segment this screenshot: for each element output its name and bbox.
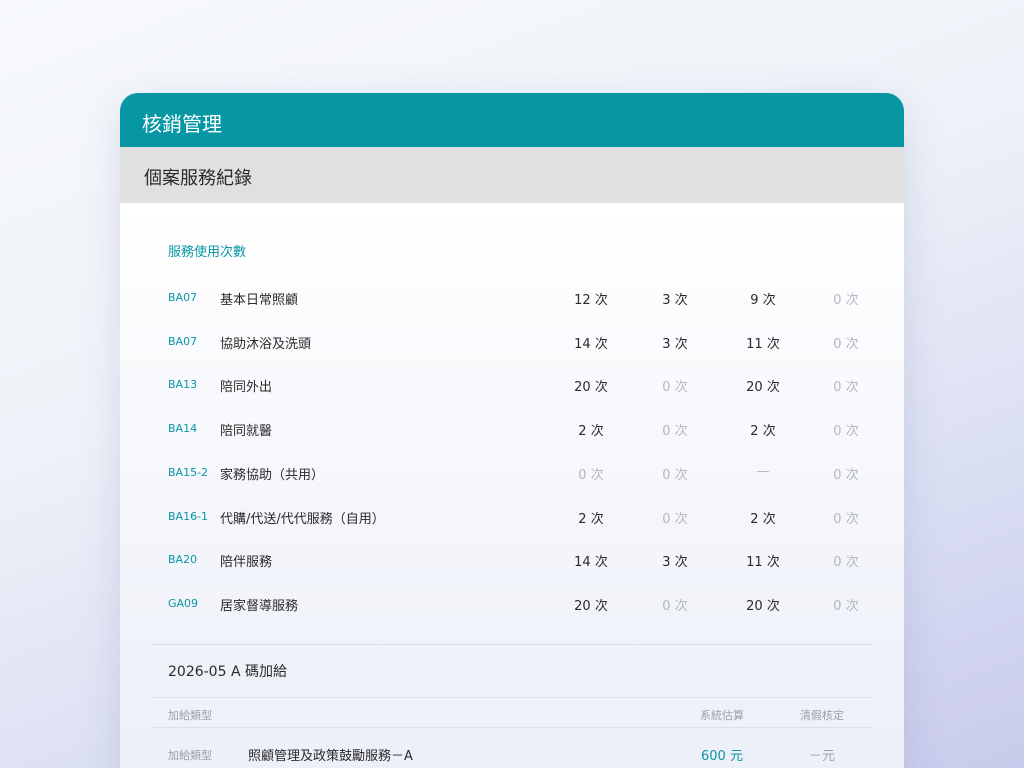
count-c4: 0 次 bbox=[833, 468, 859, 483]
service-name: 陪同就醫 bbox=[220, 424, 273, 439]
service-code: BA16-1 bbox=[168, 510, 209, 523]
section-header: 個案服務紀錄 bbox=[120, 147, 904, 203]
service-name: 家務協助（共用） bbox=[220, 468, 325, 483]
count-c2: 0 次 bbox=[662, 468, 688, 483]
verification-card: 核銷管理 個案服務紀錄 服務使用次數 BA07 基本日常照顧 12 次 3 次 9 次 0… bbox=[120, 93, 904, 768]
count-c4: 0 次 bbox=[833, 599, 859, 614]
service-name: 陪伴服務 bbox=[220, 555, 273, 570]
count-c3: 20 次 bbox=[746, 599, 780, 614]
service-code: BA14 bbox=[168, 422, 198, 435]
table-row[interactable]: 加給類型 照顧管理及政策鼓勵服務－A 600 元 －元 bbox=[120, 745, 904, 765]
count-c2: 0 次 bbox=[662, 380, 688, 395]
bonus-estimate: 600 元 bbox=[701, 749, 743, 764]
count-c4: 0 次 bbox=[833, 337, 859, 352]
list-item[interactable]: BA16-1 代購/代送/代代服務（自用） 2 次 0 次 2 次 0 次 bbox=[120, 508, 904, 528]
count-c1: 20 次 bbox=[574, 380, 608, 395]
bonus-title: 2026-05 A 碼加給 bbox=[168, 664, 287, 680]
service-code: BA07 bbox=[168, 335, 198, 348]
count-c1: 2 次 bbox=[578, 512, 604, 527]
bonus-table-header: 加給類型 系統估算 清假核定 bbox=[120, 707, 904, 723]
count-c1: 14 次 bbox=[574, 337, 608, 352]
count-c3: 2 次 bbox=[750, 512, 776, 527]
count-c1: 20 次 bbox=[574, 599, 608, 614]
count-c3: 11 次 bbox=[746, 555, 780, 570]
count-c2: 3 次 bbox=[662, 293, 688, 308]
bonus-verified: －元 bbox=[808, 749, 835, 764]
service-code: BA15-2 bbox=[168, 466, 209, 479]
count-c3: — bbox=[756, 464, 770, 479]
service-name: 代購/代送/代代服務（自用） bbox=[220, 512, 385, 527]
service-name: 基本日常照顧 bbox=[220, 293, 299, 308]
count-c4: 0 次 bbox=[833, 555, 859, 570]
divider bbox=[152, 644, 872, 645]
usage-section-title: 服務使用次數 bbox=[168, 245, 247, 260]
count-c2: 3 次 bbox=[662, 337, 688, 352]
count-c2: 0 次 bbox=[662, 599, 688, 614]
column-header-verified: 清假核定 bbox=[800, 709, 844, 722]
list-item[interactable]: BA07 基本日常照顧 12 次 3 次 9 次 0 次 bbox=[120, 289, 904, 309]
list-item[interactable]: BA15-2 家務協助（共用） 0 次 0 次 — 0 次 bbox=[120, 464, 904, 484]
divider bbox=[152, 697, 872, 698]
count-c2: 3 次 bbox=[662, 555, 688, 570]
service-code: BA13 bbox=[168, 378, 198, 391]
list-item[interactable]: BA07 協助沐浴及洗頭 14 次 3 次 11 次 0 次 bbox=[120, 333, 904, 353]
column-header-estimate: 系統估算 bbox=[700, 709, 744, 722]
count-c2: 0 次 bbox=[662, 512, 688, 527]
count-c3: 2 次 bbox=[750, 424, 776, 439]
bonus-name: 照顧管理及政策鼓勵服務－A bbox=[248, 749, 413, 764]
count-c4: 0 次 bbox=[833, 512, 859, 527]
count-c1: 14 次 bbox=[574, 555, 608, 570]
list-item[interactable]: BA13 陪同外出 20 次 0 次 20 次 0 次 bbox=[120, 376, 904, 396]
page-title: 核銷管理 bbox=[120, 93, 904, 147]
service-code: GA09 bbox=[168, 597, 199, 610]
service-code: BA20 bbox=[168, 553, 198, 566]
count-c3: 20 次 bbox=[746, 380, 780, 395]
list-item[interactable]: GA09 居家督導服務 20 次 0 次 20 次 0 次 bbox=[120, 595, 904, 615]
divider bbox=[152, 727, 872, 728]
list-item[interactable]: BA20 陪伴服務 14 次 3 次 11 次 0 次 bbox=[120, 551, 904, 571]
count-c4: 0 次 bbox=[833, 293, 859, 308]
count-c4: 0 次 bbox=[833, 380, 859, 395]
service-name: 陪同外出 bbox=[220, 380, 273, 395]
count-c3: 11 次 bbox=[746, 337, 780, 352]
service-name: 居家督導服務 bbox=[220, 599, 299, 614]
count-c3: 9 次 bbox=[750, 293, 776, 308]
list-item[interactable]: BA14 陪同就醫 2 次 0 次 2 次 0 次 bbox=[120, 420, 904, 440]
bonus-type: 加給類型 bbox=[168, 749, 212, 762]
service-code: BA07 bbox=[168, 291, 198, 304]
count-c4: 0 次 bbox=[833, 424, 859, 439]
column-header-type: 加給類型 bbox=[168, 709, 212, 722]
count-c2: 0 次 bbox=[662, 424, 688, 439]
service-name: 協助沐浴及洗頭 bbox=[220, 337, 312, 352]
count-c1: 0 次 bbox=[578, 468, 604, 483]
count-c1: 12 次 bbox=[574, 293, 608, 308]
card-body: 服務使用次數 BA07 基本日常照顧 12 次 3 次 9 次 0 次 BA07 協助沐浴及洗… bbox=[120, 203, 904, 768]
count-c1: 2 次 bbox=[578, 424, 604, 439]
